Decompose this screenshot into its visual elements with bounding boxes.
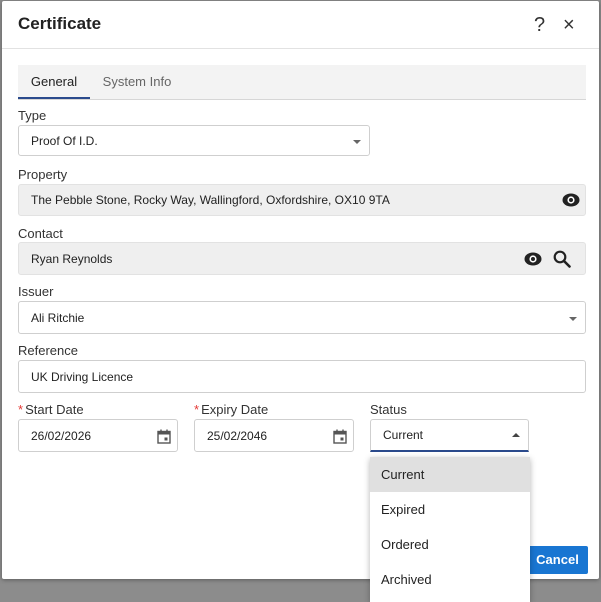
contact-field: Ryan Reynolds (18, 242, 586, 275)
start-date-value: 26/02/2026 (31, 429, 92, 443)
expiry-date-input[interactable]: 25/02/2046 (194, 419, 354, 452)
dialog-title: Certificate (18, 14, 102, 33)
status-value: Current (383, 428, 424, 442)
status-option-current[interactable]: Current (370, 457, 530, 492)
issuer-label: Issuer (18, 284, 54, 299)
status-select[interactable]: Current (370, 419, 529, 452)
contact-value: Ryan Reynolds (31, 252, 113, 266)
chevron-down-icon (353, 140, 361, 144)
chevron-down-icon (569, 317, 577, 321)
issuer-value: Ali Ritchie (31, 311, 85, 325)
property-field: The Pebble Stone, Rocky Way, Wallingford… (18, 184, 586, 216)
type-value: Proof Of I.D. (31, 134, 98, 148)
cancel-button[interactable]: Cancel (527, 546, 588, 574)
tab-general[interactable]: General (18, 65, 90, 99)
status-option-expired[interactable]: Expired (370, 492, 530, 527)
contact-label: Contact (18, 226, 63, 241)
help-icon[interactable]: ? (534, 13, 545, 37)
tab-bar: General System Info (18, 65, 586, 100)
status-option-archived[interactable]: Archived (370, 562, 530, 597)
property-label: Property (18, 167, 68, 182)
issuer-select[interactable]: Ali Ritchie (18, 301, 586, 334)
required-mark: * (18, 402, 24, 417)
eye-icon[interactable] (562, 192, 580, 213)
certificate-dialog: Certificate ? × General System Info Type… (2, 1, 599, 602)
search-icon[interactable] (553, 250, 571, 273)
expiry-date-value: 25/02/2046 (207, 429, 268, 443)
start-date-label: * Start Date (18, 402, 84, 417)
type-select[interactable]: Proof Of I.D. (18, 125, 370, 156)
reference-value: UK Driving Licence (31, 370, 134, 384)
property-value: The Pebble Stone, Rocky Way, Wallingford… (31, 193, 390, 207)
start-date-input[interactable]: 26/02/2026 (18, 419, 178, 452)
calendar-icon[interactable] (157, 429, 171, 449)
status-dropdown: Current Expired Ordered Archived (370, 457, 530, 602)
reference-label: Reference (18, 343, 78, 358)
expiry-date-label: * Expiry Date (194, 402, 269, 417)
calendar-icon[interactable] (333, 429, 347, 449)
eye-icon[interactable] (524, 251, 542, 272)
reference-input[interactable]: UK Driving Licence (18, 360, 586, 393)
required-mark: * (194, 402, 200, 417)
tab-system-info[interactable]: System Info (96, 65, 178, 99)
type-label: Type (18, 108, 47, 123)
close-icon[interactable]: × (563, 13, 575, 37)
chevron-up-icon (512, 433, 520, 437)
dialog-header: Certificate ? × (2, 1, 599, 49)
status-option-ordered[interactable]: Ordered (370, 527, 530, 562)
status-label: Status (370, 402, 407, 417)
